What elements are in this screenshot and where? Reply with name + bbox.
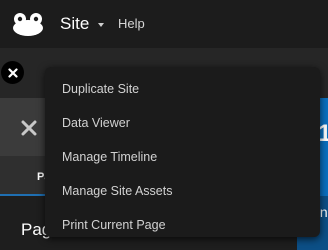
top-navigation-bar: Site Help	[0, 0, 328, 48]
frog-logo-icon[interactable]	[12, 12, 44, 36]
menu-item-print-current-page[interactable]: Print Current Page	[45, 208, 320, 242]
close-icon[interactable]	[19, 118, 39, 138]
chevron-down-icon	[98, 23, 105, 27]
site-dropdown-menu: Duplicate Site Data Viewer Manage Timeli…	[45, 67, 320, 237]
menu-item-data-viewer[interactable]: Data Viewer	[45, 106, 320, 140]
menu-item-duplicate-site[interactable]: Duplicate Site	[45, 72, 320, 106]
close-icon	[7, 67, 18, 78]
site-menu-label: Site	[60, 14, 90, 33]
site-menu-button[interactable]: Site	[60, 13, 105, 35]
help-link[interactable]: Help	[118, 16, 145, 31]
menu-item-manage-site-assets[interactable]: Manage Site Assets	[45, 174, 320, 208]
menu-item-manage-timeline[interactable]: Manage Timeline	[45, 140, 320, 174]
close-button[interactable]	[1, 61, 24, 84]
